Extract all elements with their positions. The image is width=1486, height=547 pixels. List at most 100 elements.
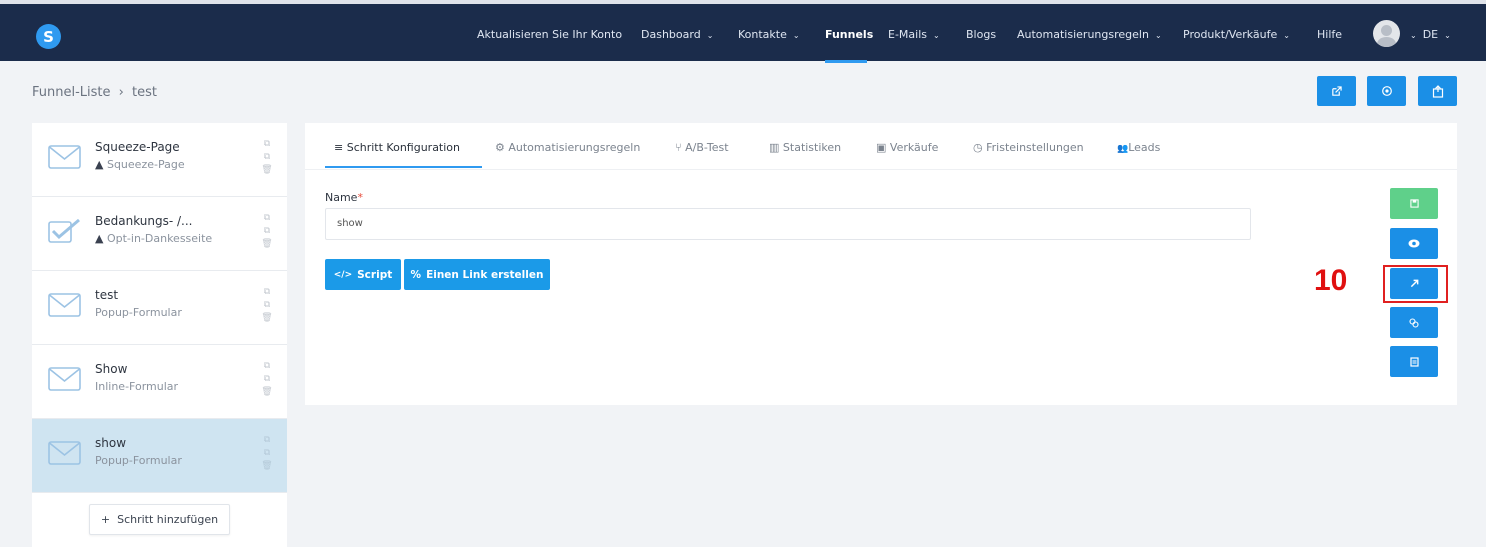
copy-to-icon[interactable]: ⧉	[261, 151, 273, 164]
script-button[interactable]: </> Script	[325, 259, 401, 290]
trash-icon[interactable]: 🗑	[261, 386, 273, 399]
nav-label: Hilfe	[1317, 28, 1343, 41]
step-subtitle: Inline-Formular	[95, 380, 179, 393]
step-item-test[interactable]: test Popup-Formular ⧉ ⧉ 🗑	[32, 271, 287, 345]
nav-label: E-Mails	[888, 28, 927, 41]
preview-button[interactable]	[1390, 228, 1438, 259]
step-config-panel: ≡ Schritt Konfiguration ⚙ Automatisierun…	[305, 123, 1457, 405]
step-subtitle: ▲ Opt-in-Dankesseite	[95, 232, 212, 245]
save-button[interactable]	[1390, 188, 1438, 219]
checkbox-icon	[48, 219, 80, 243]
step-item-show-inline[interactable]: Show Inline-Formular ⧉ ⧉ 🗑	[32, 345, 287, 419]
nav-label: Automatisierungsregeln	[1017, 28, 1149, 41]
nav-blogs[interactable]: Blogs	[966, 28, 996, 41]
create-link-button-label: Einen Link erstellen	[426, 268, 544, 281]
step-item-thank-you-page[interactable]: Bedankungs- /... ▲ Opt-in-Dankesseite ⧉ …	[32, 197, 287, 271]
trash-icon[interactable]: 🗑	[261, 238, 273, 251]
step-subtitle-text: Opt-in-Dankesseite	[106, 232, 213, 245]
copy-to-icon[interactable]: ⧉	[261, 225, 273, 238]
add-step-button[interactable]: + Schritt hinzufügen	[89, 504, 230, 535]
nav-products-sales[interactable]: Produkt/Verkäufe ⌄	[1183, 28, 1290, 41]
tab-sales[interactable]: ▣ Verkäufe	[876, 141, 938, 154]
tab-label: Fristeinstellungen	[986, 141, 1084, 154]
name-field-label: Name*	[325, 191, 363, 204]
step-subtitle: Popup-Formular	[95, 306, 182, 319]
duplicate-step-button[interactable]	[1390, 307, 1438, 338]
language-switch[interactable]: ⌄ DE ⌄	[1410, 28, 1451, 41]
tab-label: Statistiken	[782, 141, 842, 154]
nav-label: Blogs	[966, 28, 997, 41]
nav-funnels[interactable]: Funnels	[825, 28, 873, 41]
nav-automation-rules[interactable]: Automatisierungsregeln ⌄	[1017, 28, 1162, 41]
breadcrumb-parent-link[interactable]: Funnel-Liste	[32, 85, 111, 100]
nav-upgrade-account[interactable]: Aktualisieren Sie Ihr Konto	[477, 28, 622, 41]
external-link-icon	[1332, 85, 1342, 96]
tab-label: Verkäufe	[889, 141, 939, 154]
nav-dashboard[interactable]: Dashboard ⌄	[641, 28, 713, 41]
duplicate-icon[interactable]: ⧉	[261, 360, 273, 373]
gears-icon: ⚙	[495, 141, 505, 154]
tab-deadline-settings[interactable]: ◷ Fristeinstellungen	[973, 141, 1084, 154]
step-actions: ⧉ ⧉ 🗑	[261, 286, 273, 325]
settings-icon	[1381, 86, 1392, 96]
step-title: test	[95, 288, 119, 302]
copy-to-icon[interactable]: ⧉	[261, 447, 273, 460]
envelope-icon	[48, 145, 81, 169]
top-navbar: S Aktualisieren Sie Ihr Konto Dashboard ⌄…	[0, 0, 1486, 63]
breadcrumb-current: test	[132, 85, 157, 100]
step-actions: ⧉ ⧉ 🗑	[261, 434, 273, 473]
breadcrumb: Funnel-Liste › test	[32, 85, 157, 100]
tab-label: A/B-Test	[685, 141, 729, 154]
name-label-text: Name	[325, 191, 358, 204]
nav-label: Funnels	[825, 28, 874, 41]
step-item-show-popup[interactable]: show Popup-Formular ⧉ ⧉ 🗑	[32, 419, 287, 493]
step-title: Bedankungs- /...	[95, 214, 193, 228]
annotation-highlight-box	[1383, 265, 1448, 303]
copy-to-icon[interactable]: ⧉	[261, 299, 273, 312]
trash-icon[interactable]: 🗑	[261, 164, 273, 177]
clock-icon: ◷	[973, 141, 983, 154]
envelope-icon	[48, 441, 81, 465]
duplicate-icon[interactable]: ⧉	[261, 286, 273, 299]
trash-icon[interactable]: 🗑	[261, 460, 273, 473]
tab-label: Automatisierungsregeln	[508, 141, 641, 154]
plus-icon: +	[100, 513, 111, 526]
tab-bar: ≡ Schritt Konfiguration ⚙ Automatisierun…	[305, 123, 1457, 170]
trash-icon[interactable]: 🗑	[261, 312, 273, 325]
tab-automation-rules[interactable]: ⚙ Automatisierungsregeln	[495, 141, 640, 154]
nav-emails[interactable]: E-Mails ⌄	[888, 28, 940, 41]
template-button[interactable]	[1390, 346, 1438, 377]
chevron-down-icon: ⌄	[706, 31, 714, 40]
step-name-input[interactable]: show	[325, 208, 1251, 240]
chevron-down-icon: ⌄	[1444, 31, 1451, 40]
tab-ab-test[interactable]: ⑂ A/B-Test	[675, 141, 729, 154]
duplicate-icon[interactable]: ⧉	[261, 434, 273, 447]
avatar[interactable]	[1373, 20, 1400, 47]
open-external-button[interactable]	[1317, 76, 1356, 106]
envelope-icon	[48, 293, 81, 317]
active-tab-indicator	[325, 166, 482, 168]
users-icon: 👥	[1117, 144, 1129, 154]
funnel-steps-sidebar: Squeeze-Page ▲ Squeeze-Page ⧉ ⧉ 🗑 Bedank…	[32, 123, 287, 547]
tab-statistics[interactable]: ▥ Statistiken	[769, 141, 841, 154]
tab-leads[interactable]: 👥Leads	[1117, 141, 1160, 154]
breadcrumb-separator: ›	[118, 85, 124, 100]
language-label: DE	[1422, 28, 1439, 41]
copy-to-icon[interactable]: ⧉	[261, 373, 273, 386]
create-link-button[interactable]: % Einen Link erstellen	[404, 259, 550, 290]
logo[interactable]: S	[36, 24, 61, 49]
export-funnel-button[interactable]	[1418, 76, 1457, 106]
step-item-squeeze-page[interactable]: Squeeze-Page ▲ Squeeze-Page ⧉ ⧉ 🗑	[32, 123, 287, 197]
nav-label: Dashboard	[641, 28, 701, 41]
nav-label: Kontakte	[738, 28, 787, 41]
nav-help[interactable]: Hilfe	[1317, 28, 1342, 41]
duplicate-icon[interactable]: ⧉	[261, 212, 273, 225]
chevron-down-icon: ⌄	[792, 31, 800, 40]
chevron-down-icon: ⌄	[1154, 31, 1162, 40]
tab-step-configuration[interactable]: ≡ Schritt Konfiguration	[334, 141, 460, 154]
funnel-settings-button[interactable]	[1367, 76, 1406, 106]
duplicate-icon[interactable]: ⧉	[261, 138, 273, 151]
annotation-number: 10	[1314, 264, 1348, 297]
copy-icon	[1409, 317, 1419, 328]
nav-contacts[interactable]: Kontakte ⌄	[738, 28, 800, 41]
